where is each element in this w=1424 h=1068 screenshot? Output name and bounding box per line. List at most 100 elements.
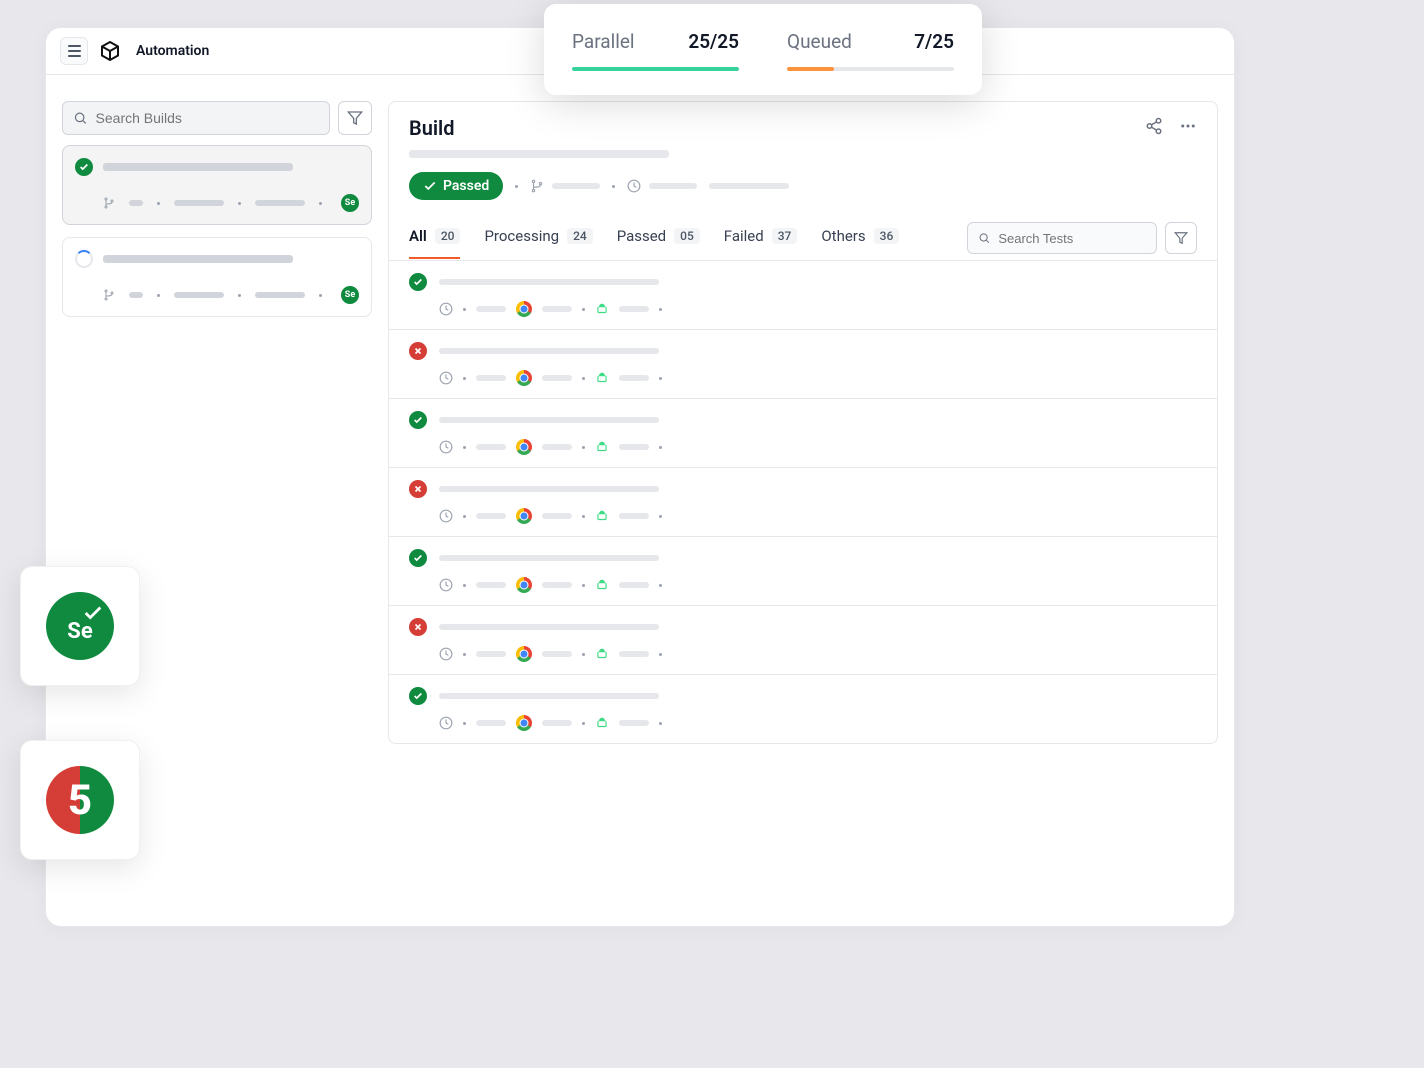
tab-passed[interactable]: Passed 05 bbox=[617, 217, 700, 259]
more-icon bbox=[1179, 117, 1197, 135]
tab-label: All bbox=[409, 227, 427, 245]
queued-label: Queued bbox=[787, 30, 852, 53]
status-fail-icon bbox=[409, 342, 427, 360]
android-icon bbox=[595, 302, 609, 316]
build-meta: Passed bbox=[409, 172, 1197, 200]
more-button[interactable] bbox=[1179, 117, 1197, 139]
filter-icon bbox=[1174, 231, 1188, 245]
tabs-row: All 20 Processing 24 Passed 05 Failed 37 Others3… bbox=[389, 216, 1217, 261]
search-icon bbox=[978, 231, 990, 245]
filter-icon bbox=[347, 110, 363, 126]
android-icon bbox=[595, 647, 609, 661]
hamburger-icon bbox=[68, 45, 81, 57]
search-builds-input[interactable] bbox=[96, 110, 319, 126]
queue-popup: Parallel 25/25 Queued 7/25 bbox=[544, 4, 982, 95]
chrome-icon bbox=[516, 508, 532, 524]
parallel-value: 25/25 bbox=[688, 30, 739, 53]
build-card[interactable]: Se bbox=[62, 145, 372, 225]
clock-icon bbox=[439, 371, 453, 385]
chrome-icon bbox=[516, 715, 532, 731]
tab-all[interactable]: All 20 bbox=[409, 217, 460, 259]
parallel-label: Parallel bbox=[572, 30, 635, 53]
build-card[interactable]: Se bbox=[62, 237, 372, 317]
branch-icon bbox=[103, 197, 115, 209]
selenium-badge-icon: Se bbox=[341, 194, 359, 212]
filter-tests-button[interactable] bbox=[1165, 222, 1197, 254]
clock-icon bbox=[627, 179, 641, 193]
check-icon bbox=[423, 179, 437, 193]
tab-processing[interactable]: Processing 24 bbox=[484, 217, 592, 259]
chrome-icon bbox=[516, 439, 532, 455]
test-row[interactable] bbox=[389, 261, 1217, 330]
clock-icon bbox=[439, 716, 453, 730]
branch-icon bbox=[530, 179, 544, 193]
queued-value: 7/25 bbox=[914, 30, 954, 53]
junit-logo-icon: 5 bbox=[46, 766, 114, 834]
chrome-icon bbox=[516, 577, 532, 593]
tab-label: Passed bbox=[617, 227, 666, 245]
chrome-icon bbox=[516, 646, 532, 662]
status-fail-icon bbox=[409, 618, 427, 636]
test-row[interactable] bbox=[389, 537, 1217, 606]
chrome-icon bbox=[516, 370, 532, 386]
tab-count: 20 bbox=[435, 228, 461, 244]
test-row[interactable] bbox=[389, 330, 1217, 399]
search-builds-input-wrap[interactable] bbox=[62, 101, 330, 135]
tab-count: 24 bbox=[567, 228, 593, 244]
tab-label: Processing bbox=[484, 227, 559, 245]
clock-icon bbox=[439, 578, 453, 592]
build-panel: Build bbox=[388, 101, 1218, 744]
menu-button[interactable] bbox=[60, 37, 88, 65]
test-row[interactable] bbox=[389, 606, 1217, 675]
test-row[interactable] bbox=[389, 399, 1217, 468]
content: Se Se Build bbox=[46, 75, 1234, 760]
android-icon bbox=[595, 440, 609, 454]
status-pass-icon bbox=[409, 411, 427, 429]
status-pass-icon bbox=[409, 549, 427, 567]
share-icon bbox=[1145, 117, 1163, 135]
android-icon bbox=[595, 716, 609, 730]
tab-others[interactable]: Others36 bbox=[821, 217, 899, 259]
status-pass-icon bbox=[409, 687, 427, 705]
queued-queue-item: Queued 7/25 bbox=[787, 30, 954, 71]
branch-icon bbox=[103, 289, 115, 301]
status-pass-icon bbox=[409, 273, 427, 291]
android-icon bbox=[595, 371, 609, 385]
chrome-icon bbox=[516, 301, 532, 317]
parallel-queue-item: Parallel 25/25 bbox=[572, 30, 739, 71]
app-title: Automation bbox=[136, 43, 209, 59]
status-fail-icon bbox=[409, 480, 427, 498]
app-window: Automation Se Se Build bbox=[45, 27, 1235, 927]
tab-label: Failed bbox=[724, 227, 764, 245]
share-button[interactable] bbox=[1145, 117, 1163, 139]
search-tests-input-wrap[interactable] bbox=[967, 222, 1157, 254]
tab-count: 37 bbox=[772, 228, 798, 244]
tabs: All 20 Processing 24 Passed 05 Failed 37 Others3… bbox=[409, 217, 899, 259]
search-tests-input[interactable] bbox=[998, 231, 1146, 246]
build-title: Build bbox=[409, 116, 455, 140]
test-row[interactable] bbox=[389, 675, 1217, 743]
filter-builds-button[interactable] bbox=[338, 101, 372, 135]
tab-count: 05 bbox=[674, 228, 700, 244]
status-pass-icon bbox=[75, 158, 93, 176]
test-row[interactable] bbox=[389, 468, 1217, 537]
status-loading-icon bbox=[75, 250, 93, 268]
clock-icon bbox=[439, 440, 453, 454]
build-header: Build bbox=[389, 102, 1217, 200]
selenium-card: Se bbox=[20, 566, 140, 686]
build-name-placeholder bbox=[409, 150, 669, 158]
junit-card: 5 bbox=[20, 740, 140, 860]
app-logo-icon bbox=[98, 39, 122, 63]
parallel-bar bbox=[572, 67, 739, 71]
status-pill-label: Passed bbox=[443, 178, 489, 194]
tab-failed[interactable]: Failed 37 bbox=[724, 217, 798, 259]
search-builds-row bbox=[62, 101, 372, 135]
clock-icon bbox=[439, 302, 453, 316]
main: Build bbox=[388, 101, 1218, 744]
test-list bbox=[389, 261, 1217, 743]
queued-bar bbox=[787, 67, 954, 71]
tab-label: Others bbox=[821, 227, 865, 245]
clock-icon bbox=[439, 509, 453, 523]
status-pill: Passed bbox=[409, 172, 503, 200]
selenium-logo-icon: Se bbox=[46, 592, 114, 660]
